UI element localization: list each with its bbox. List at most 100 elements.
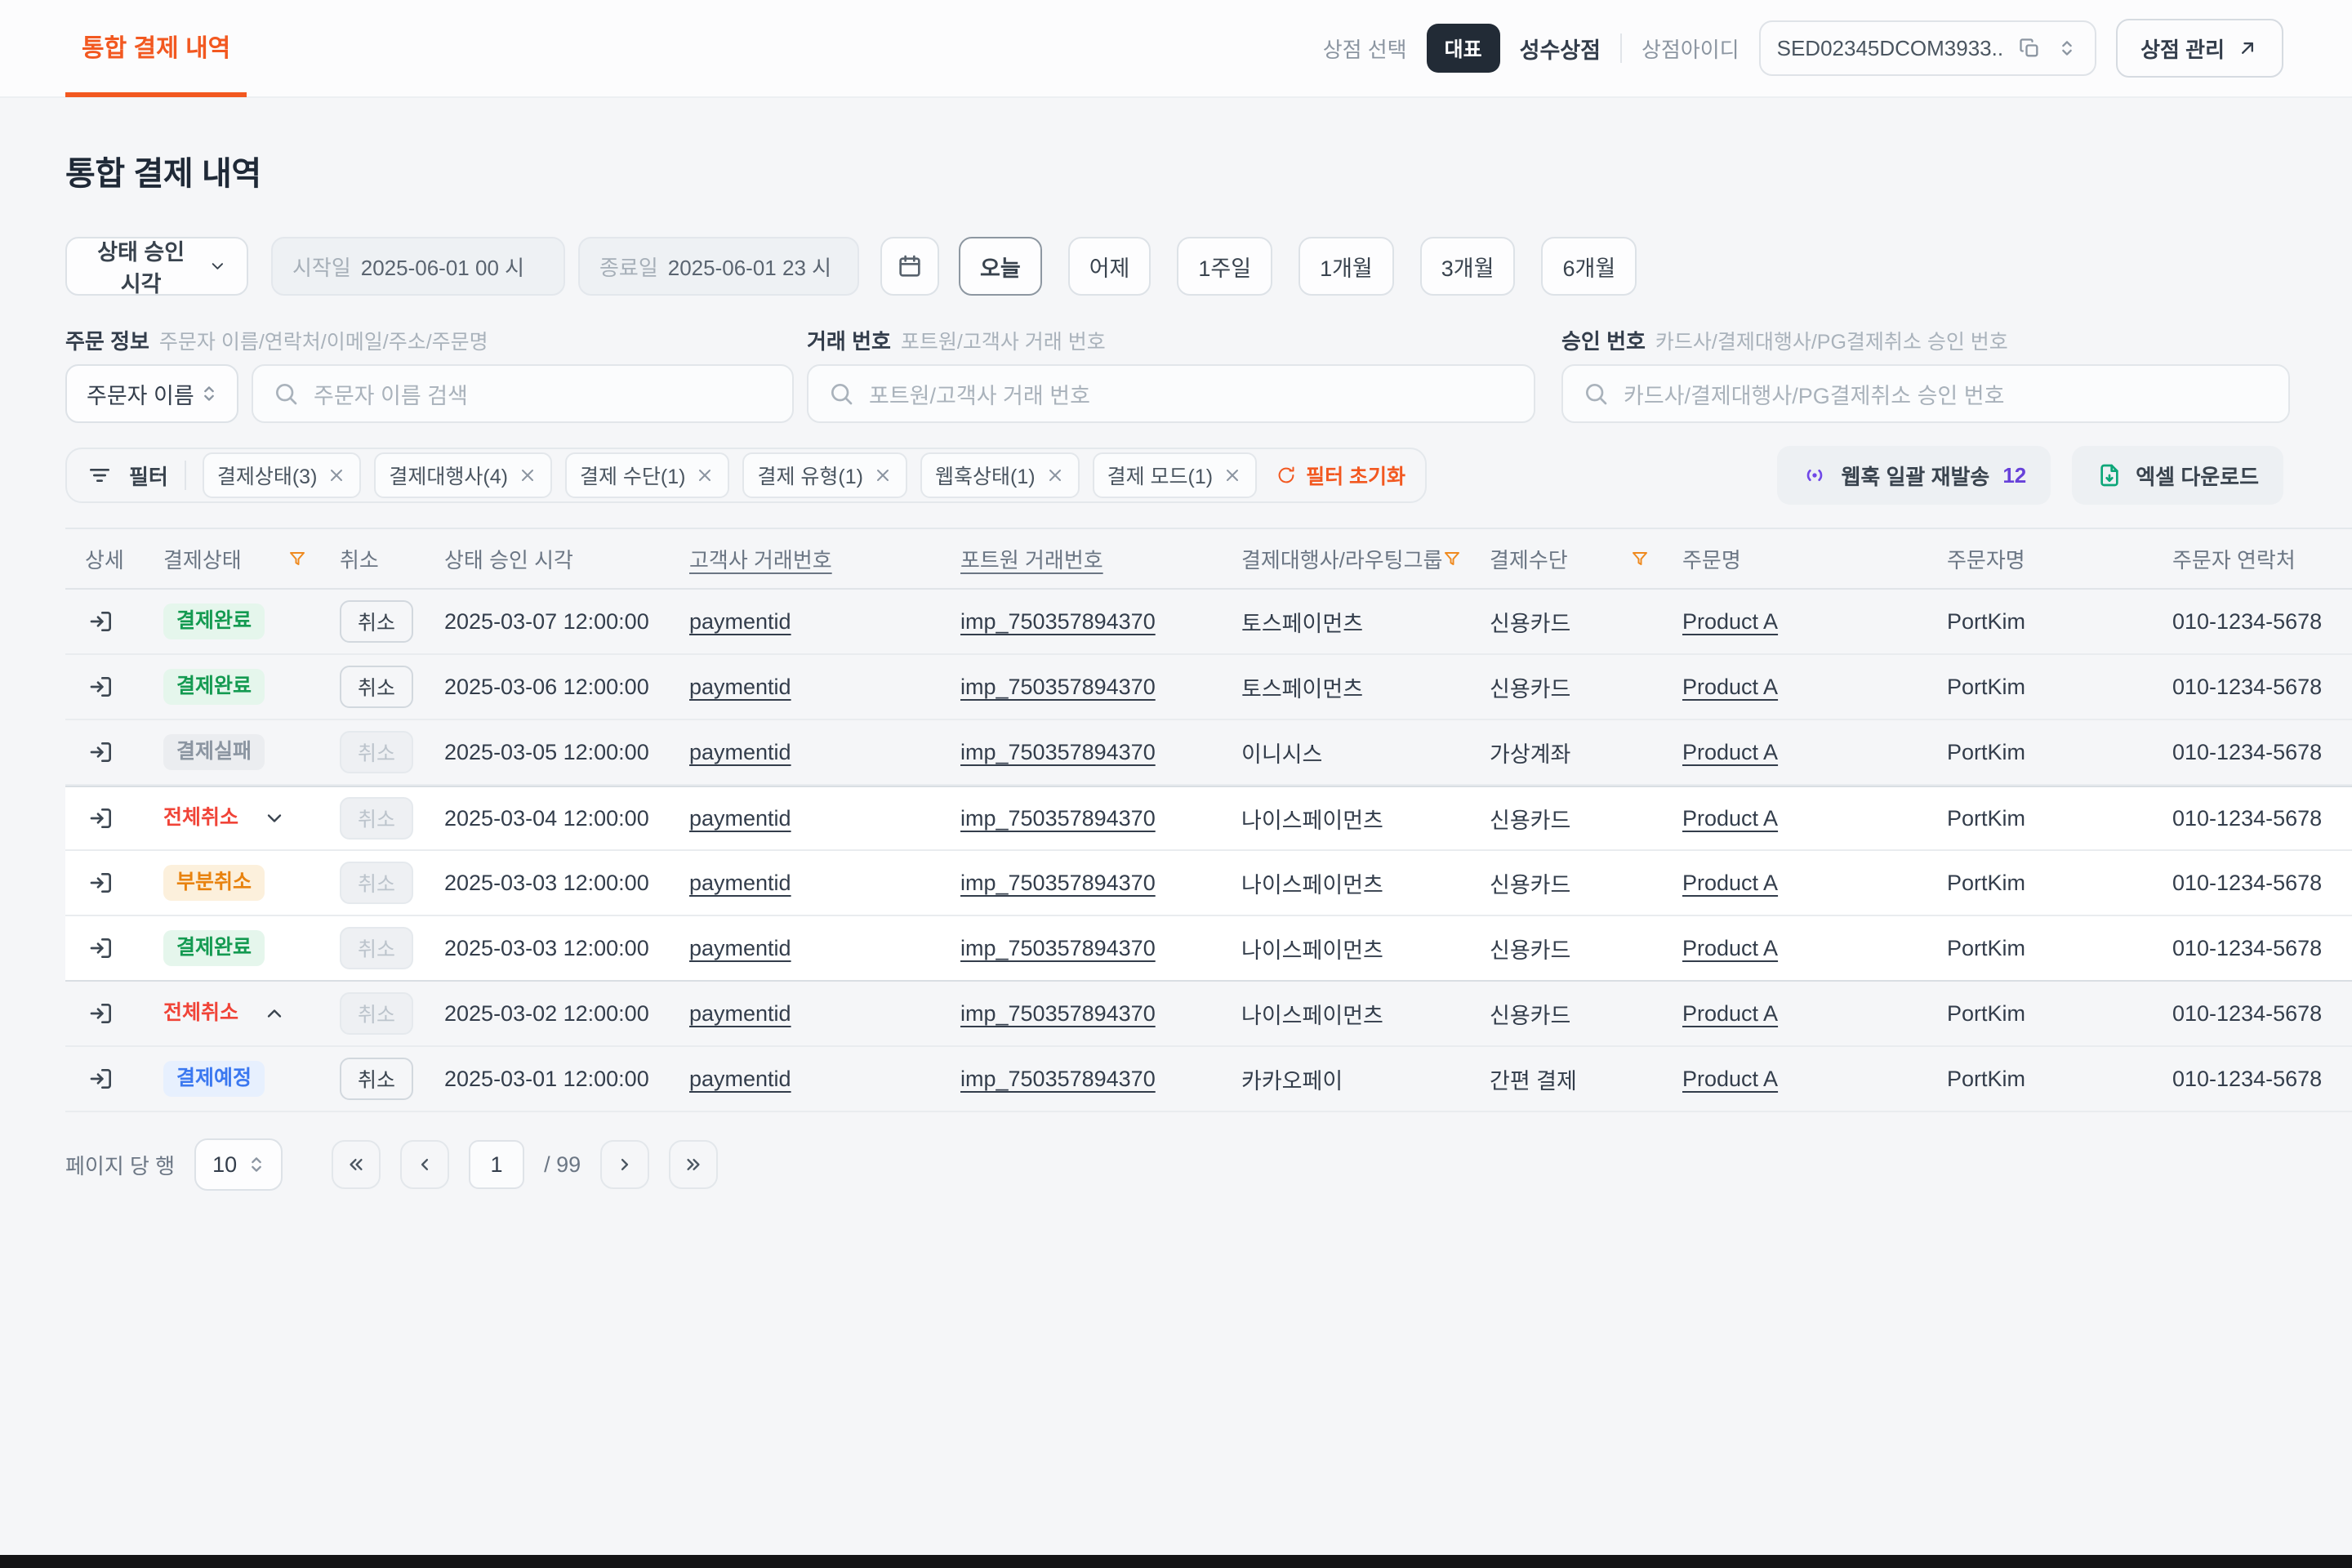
- store-manage-button[interactable]: 상점 관리: [2116, 19, 2283, 78]
- quick-range-button[interactable]: 1주일: [1177, 237, 1272, 296]
- merchant-txn-link[interactable]: paymentid: [689, 675, 791, 700]
- close-icon[interactable]: [518, 466, 537, 485]
- quick-range-button[interactable]: 1개월: [1298, 237, 1394, 296]
- start-date-input[interactable]: 시작일 2025-06-01 00 시: [271, 237, 565, 296]
- order-name-link[interactable]: Product A: [1682, 740, 1778, 765]
- merchant-txn-link[interactable]: paymentid: [689, 871, 791, 896]
- filter-chip[interactable]: 결제대행사(4): [374, 452, 552, 498]
- store-name[interactable]: 성수상점: [1520, 33, 1601, 65]
- status-badge: 전체취소: [163, 996, 252, 1031]
- table-row: 결제예정 취소 2025-03-01 12:00:00 paymentid im…: [65, 1047, 2352, 1112]
- close-icon[interactable]: [1045, 466, 1065, 485]
- order-name-link[interactable]: Product A: [1682, 609, 1778, 635]
- filter-funnel-icon[interactable]: [287, 549, 307, 568]
- order-search-field-select[interactable]: 주문자 이름: [65, 364, 238, 423]
- first-page-button[interactable]: [332, 1140, 381, 1189]
- close-icon[interactable]: [873, 466, 893, 485]
- updown-chevron-icon: [2056, 37, 2078, 60]
- order-name-link[interactable]: Product A: [1682, 1067, 1778, 1092]
- tab-integrated-payments[interactable]: 통합 결제 내역: [65, 0, 247, 97]
- status-badge: 결제완료: [163, 930, 265, 965]
- payments-table: 상세 결제상태 취소 상태 승인 시각 고객사 거래번호 포트원 거래번호 결제…: [65, 528, 2352, 1112]
- order-name-link[interactable]: Product A: [1682, 871, 1778, 896]
- col-portone-txn: 포트원 거래번호: [941, 529, 1222, 588]
- order-name-link[interactable]: Product A: [1682, 675, 1778, 700]
- portone-txn-link[interactable]: imp_750357894370: [960, 806, 1156, 831]
- detail-button[interactable]: [85, 736, 118, 768]
- pg-provider: 나이스페이먼츠: [1222, 787, 1470, 849]
- col-order-name: 주문명: [1663, 529, 1927, 588]
- detail-button[interactable]: [85, 997, 118, 1030]
- close-icon[interactable]: [1223, 466, 1242, 485]
- detail-button[interactable]: [85, 1062, 118, 1095]
- chevron-down-icon[interactable]: [263, 807, 286, 830]
- detail-button[interactable]: [85, 802, 118, 835]
- close-icon[interactable]: [695, 466, 715, 485]
- txn-search-input[interactable]: 포트원/고객사 거래 번호: [807, 364, 1535, 423]
- order-search-placeholder: 주문자 이름 검색: [314, 378, 468, 410]
- table-row: 결제완료 취소 2025-03-06 12:00:00 paymentid im…: [65, 655, 2352, 720]
- cancel-button[interactable]: 취소: [340, 1058, 413, 1100]
- next-page-button[interactable]: [600, 1140, 649, 1189]
- last-page-button[interactable]: [669, 1140, 718, 1189]
- portone-txn-link[interactable]: imp_750357894370: [960, 609, 1156, 635]
- store-badge-primary[interactable]: 대표: [1427, 24, 1500, 73]
- merchant-txn-link[interactable]: paymentid: [689, 740, 791, 765]
- detail-button[interactable]: [85, 605, 118, 638]
- approved-time: 2025-03-04 12:00:00: [425, 787, 670, 849]
- merchant-txn-link[interactable]: paymentid: [689, 936, 791, 961]
- customer-name: PortKim: [1927, 916, 2153, 980]
- copy-icon[interactable]: [2018, 37, 2041, 60]
- txn-search-placeholder: 포트원/고객사 거래 번호: [869, 378, 1090, 410]
- portone-txn-link[interactable]: imp_750357894370: [960, 740, 1156, 765]
- cancel-button[interactable]: 취소: [340, 666, 413, 708]
- merchant-txn-link[interactable]: paymentid: [689, 806, 791, 831]
- portone-txn-link[interactable]: imp_750357894370: [960, 675, 1156, 700]
- order-search-input[interactable]: 주문자 이름 검색: [252, 364, 794, 423]
- portone-txn-link[interactable]: imp_750357894370: [960, 936, 1156, 961]
- excel-download-button[interactable]: 엑셀 다운로드: [2072, 446, 2283, 505]
- portone-txn-link[interactable]: imp_750357894370: [960, 871, 1156, 896]
- chevron-left-icon: [413, 1153, 436, 1176]
- order-info-hint: 주문자 이름/연락처/이메일/주소/주문명: [159, 326, 488, 355]
- calendar-button[interactable]: [880, 237, 939, 296]
- filter-chip[interactable]: 웹훅상태(1): [920, 452, 1080, 498]
- merchant-txn-link[interactable]: paymentid: [689, 1067, 791, 1092]
- filter-chip[interactable]: 결제 모드(1): [1093, 452, 1258, 498]
- quick-range-button[interactable]: 오늘: [959, 237, 1042, 296]
- filter-reset-button[interactable]: 필터 초기화: [1276, 461, 1405, 490]
- search-icon: [828, 381, 854, 407]
- table-row: 결제완료 취소 2025-03-03 12:00:00 paymentid im…: [65, 916, 2352, 982]
- merchant-txn-link[interactable]: paymentid: [689, 609, 791, 635]
- filter-funnel-icon[interactable]: [1442, 549, 1462, 568]
- order-name-link[interactable]: Product A: [1682, 806, 1778, 831]
- chevron-up-icon[interactable]: [263, 1002, 286, 1025]
- prev-page-button[interactable]: [400, 1140, 449, 1189]
- quick-range-button[interactable]: 3개월: [1420, 237, 1516, 296]
- filter-chip[interactable]: 결제 수단(1): [565, 452, 730, 498]
- merchant-txn-link[interactable]: paymentid: [689, 1001, 791, 1027]
- status-time-dropdown[interactable]: 상태 승인 시각: [65, 237, 248, 296]
- close-icon[interactable]: [327, 466, 346, 485]
- store-manage-label: 상점 관리: [2140, 33, 2225, 64]
- excel-download-label: 엑셀 다운로드: [2136, 461, 2259, 491]
- filter-chip[interactable]: 결제상태(3): [203, 452, 362, 498]
- order-name-link[interactable]: Product A: [1682, 936, 1778, 961]
- detail-button[interactable]: [85, 932, 118, 964]
- order-name-link[interactable]: Product A: [1682, 1001, 1778, 1027]
- portone-txn-link[interactable]: imp_750357894370: [960, 1067, 1156, 1092]
- webhook-resend-button[interactable]: 웹훅 일괄 재발송 12: [1777, 446, 2051, 505]
- end-date-input[interactable]: 종료일 2025-06-01 23 시: [578, 237, 859, 296]
- detail-button[interactable]: [85, 866, 118, 899]
- quick-range-button[interactable]: 어제: [1068, 237, 1152, 296]
- filter-chip[interactable]: 결제 유형(1): [742, 452, 907, 498]
- current-page-input[interactable]: 1: [469, 1140, 524, 1189]
- detail-button[interactable]: [85, 670, 118, 703]
- rows-per-page-select[interactable]: 10: [194, 1138, 283, 1191]
- store-id-select[interactable]: SED02345DCOM3933..: [1759, 20, 2096, 76]
- approval-search-input[interactable]: 카드사/결제대행사/PG결제취소 승인 번호: [1561, 364, 2290, 423]
- cancel-button[interactable]: 취소: [340, 600, 413, 643]
- quick-range-button[interactable]: 6개월: [1541, 237, 1637, 296]
- filter-funnel-icon[interactable]: [1630, 549, 1650, 568]
- portone-txn-link[interactable]: imp_750357894370: [960, 1001, 1156, 1027]
